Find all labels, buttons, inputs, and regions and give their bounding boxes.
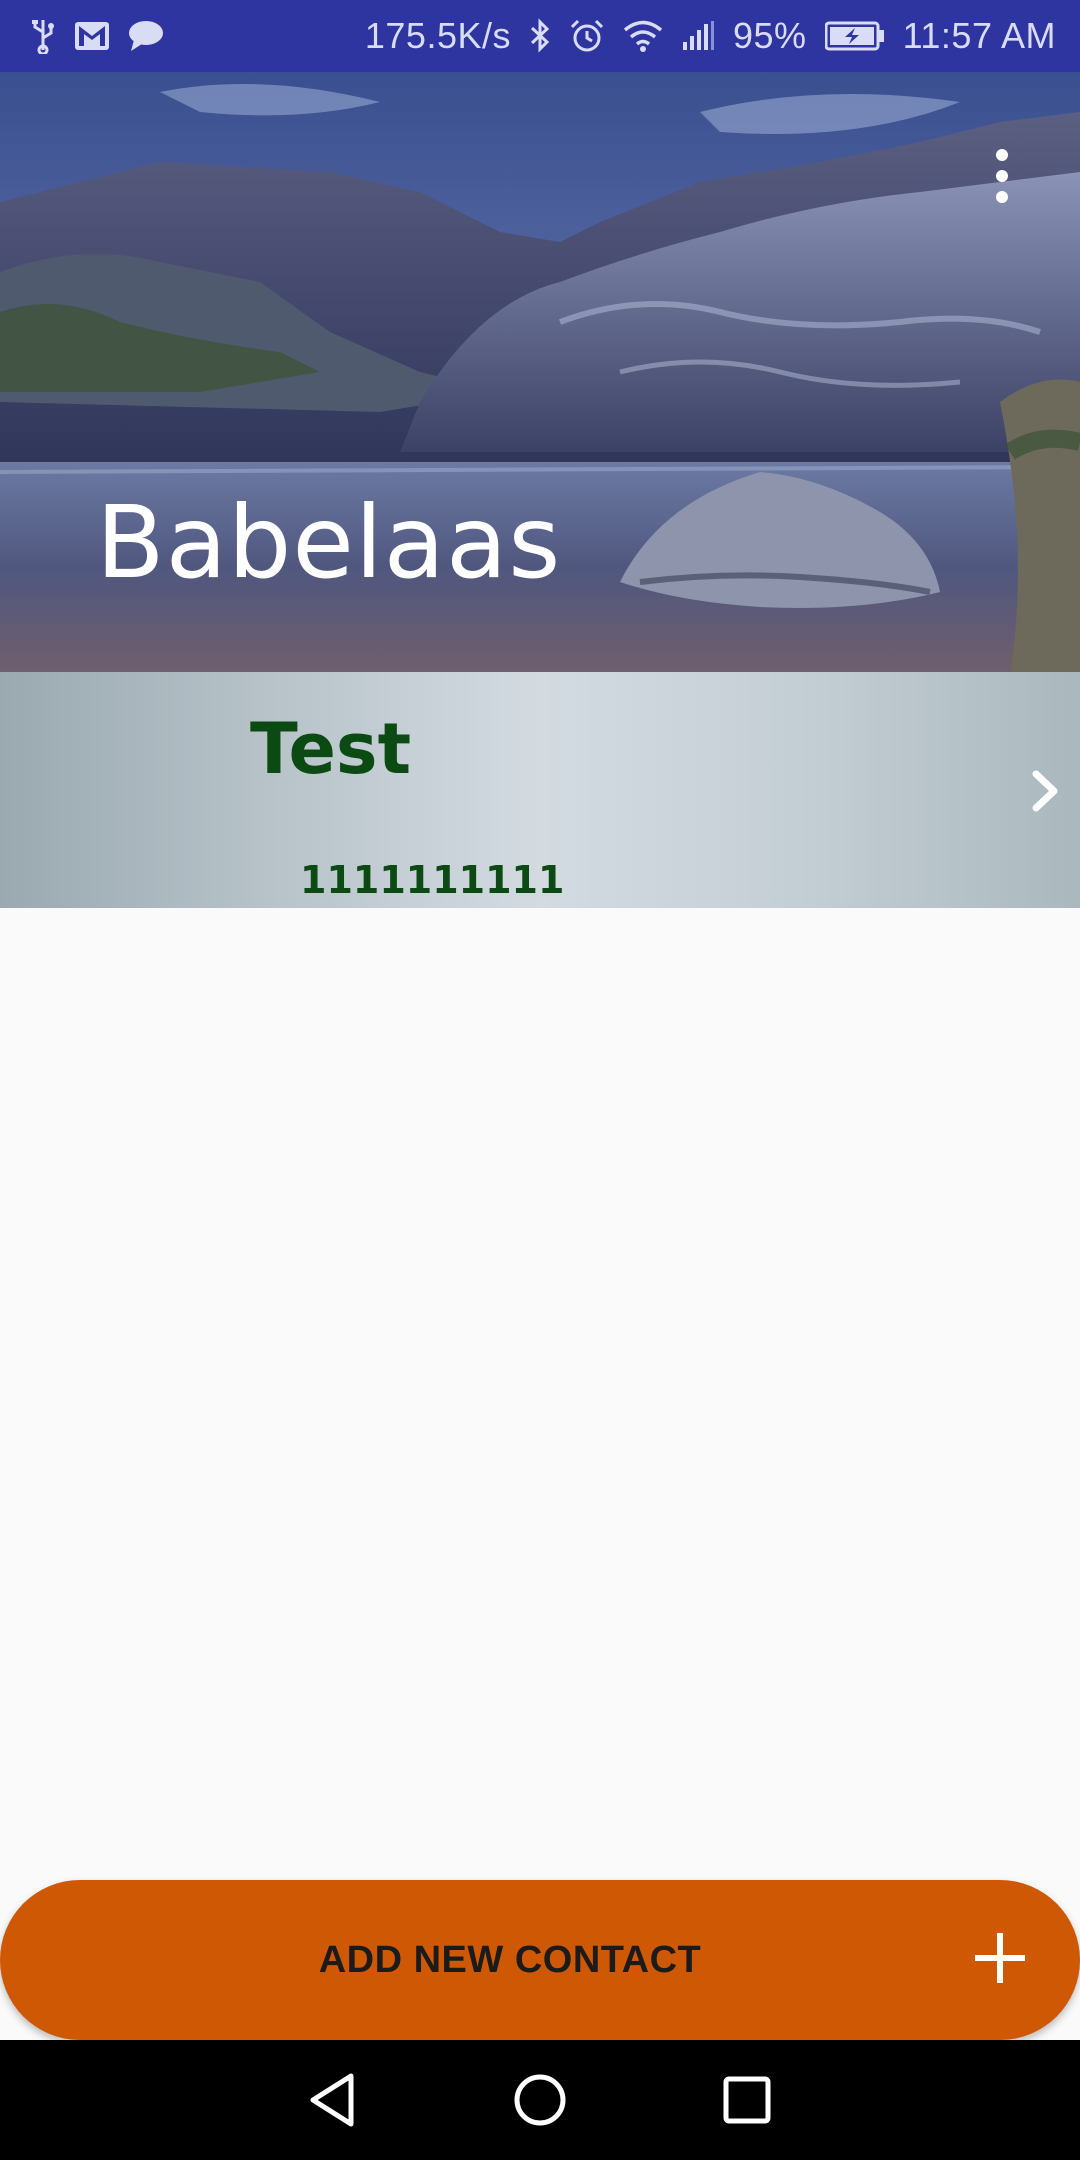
wifi-icon bbox=[623, 19, 663, 53]
network-speed: 175.5K/s bbox=[364, 15, 511, 56]
gmail-icon bbox=[74, 21, 110, 51]
battery-percent: 95% bbox=[733, 15, 807, 56]
bluetooth-icon bbox=[529, 18, 551, 54]
contact-list-item[interactable]: Test 1111111111 bbox=[0, 672, 1080, 908]
dot bbox=[996, 170, 1008, 182]
dot bbox=[996, 191, 1008, 203]
plus-icon bbox=[975, 1933, 1025, 1983]
add-new-contact-button[interactable]: ADD NEW CONTACT bbox=[0, 1880, 1080, 2040]
contact-name: Test bbox=[250, 708, 412, 790]
more-vert-icon[interactable] bbox=[976, 126, 1028, 226]
add-new-contact-label: ADD NEW CONTACT bbox=[318, 1938, 702, 1981]
contact-phone: 1111111111 bbox=[300, 858, 565, 902]
navigation-bar bbox=[0, 2040, 1080, 2160]
chevron-right-icon[interactable] bbox=[1026, 766, 1066, 816]
app-title: Babelaas bbox=[96, 484, 562, 601]
signal-icon bbox=[681, 20, 715, 52]
status-left-icons bbox=[30, 18, 164, 54]
recents-icon[interactable] bbox=[712, 2065, 782, 2135]
alarm-icon bbox=[569, 18, 605, 54]
header-banner: Babelaas bbox=[0, 72, 1080, 672]
chat-icon bbox=[128, 20, 164, 52]
clock: 11:57 AM bbox=[902, 15, 1056, 56]
back-icon[interactable] bbox=[298, 2065, 368, 2135]
home-icon[interactable] bbox=[505, 2065, 575, 2135]
screen: 175.5K/s 95% 11:57 AM Babelaas Test 1111… bbox=[0, 0, 1080, 2160]
battery-charging-icon bbox=[824, 21, 885, 51]
status-bar: 175.5K/s 95% 11:57 AM bbox=[0, 0, 1080, 72]
status-right-icons: 175.5K/s 95% 11:57 AM bbox=[365, 15, 1056, 57]
dot bbox=[996, 149, 1008, 161]
usb-icon bbox=[30, 18, 56, 54]
